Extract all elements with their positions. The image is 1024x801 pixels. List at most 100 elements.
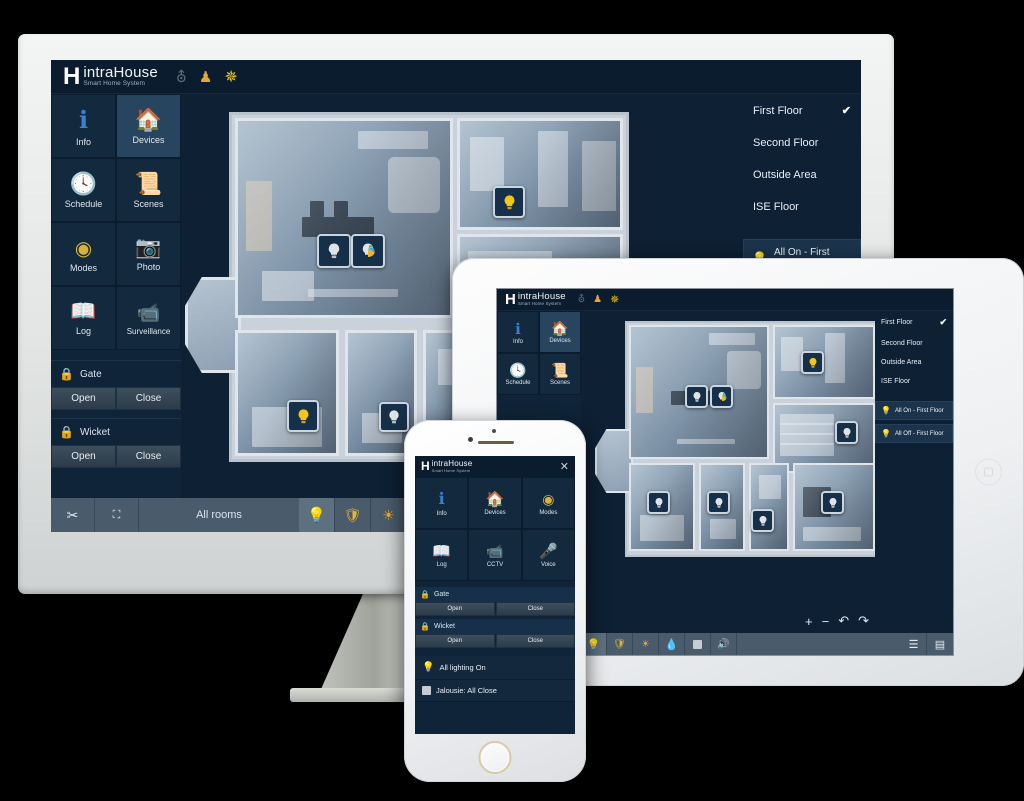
image-button[interactable]: ▤: [927, 633, 953, 655]
device-marker-bulb[interactable]: [821, 491, 844, 514]
floor-label: ISE Floor: [753, 201, 799, 213]
floor-item-first[interactable]: First Floor ✔: [875, 311, 953, 334]
phone-nav-log[interactable]: 📖 Log: [415, 529, 469, 581]
scissors-icon: ✂: [66, 506, 79, 523]
person-icon[interactable]: ♟: [199, 68, 212, 86]
gate-close-button[interactable]: Close: [116, 387, 181, 410]
close-icon[interactable]: ✕: [560, 460, 569, 473]
logo-name: intraHouse: [83, 64, 158, 82]
logo-mark: H: [421, 459, 430, 474]
tablet-floorplan[interactable]: + − ↶ ↷: [581, 311, 875, 633]
info-icon: ℹ: [438, 491, 445, 508]
scene-all-off-first-floor[interactable]: 💡 All Off - First Floor: [875, 424, 953, 443]
sidebar-item-surveillance[interactable]: 📹 Surveillance: [116, 286, 181, 350]
device-marker-bulb[interactable]: [835, 421, 858, 444]
phone-scene-all-lighting-on[interactable]: 💡 All lighting On: [415, 656, 575, 680]
redo-button[interactable]: ↷: [858, 613, 869, 629]
security-filter-button[interactable]: 🛡: [335, 498, 371, 532]
room-wc[interactable]: [749, 463, 789, 551]
floorplan-canvas[interactable]: [595, 321, 875, 557]
device-marker-bulb[interactable]: [317, 234, 351, 268]
sidebar-item-scenes[interactable]: 📜 Scenes: [539, 353, 581, 395]
device-marker-bulb[interactable]: [707, 491, 730, 514]
sidebar-item-photo[interactable]: 📷 Photo: [116, 222, 181, 286]
sun-icon[interactable]: ✵: [224, 67, 237, 87]
sidebar-item-log[interactable]: 📖 Log: [51, 286, 116, 350]
app-logo: H intraHouse Smart Home System: [421, 459, 472, 474]
wicket-open-button[interactable]: Open: [51, 445, 116, 468]
menu-button[interactable]: ☰: [901, 633, 927, 655]
bulb-rgb-icon: [718, 391, 727, 401]
sidebar-item-devices[interactable]: 🏠 Devices: [539, 311, 581, 353]
device-marker-bulb[interactable]: [647, 491, 670, 514]
rooms-selector[interactable]: All rooms: [139, 498, 299, 532]
floor-item-ise[interactable]: ISE Floor: [743, 191, 861, 223]
floor-item-outside[interactable]: Outside Area: [743, 159, 861, 191]
phone-home-button[interactable]: [478, 741, 512, 774]
shield-icon[interactable]: ⛢: [578, 294, 585, 305]
security-filter-button[interactable]: 🛡: [607, 633, 633, 655]
wicket-header: 🔒 Wicket: [51, 419, 181, 445]
sidebar-item-info[interactable]: ℹ Info: [497, 311, 539, 353]
device-marker-bulb[interactable]: [493, 186, 525, 218]
phone-nav-info[interactable]: ℹ Info: [415, 477, 469, 529]
floor-item-second[interactable]: Second Floor: [743, 127, 861, 159]
device-marker-bulb[interactable]: [751, 509, 774, 532]
scene-label: All Off - First Floor: [894, 430, 944, 437]
device-marker-bulb[interactable]: [801, 351, 824, 374]
lighting-filter-button[interactable]: 💡: [299, 498, 335, 532]
floor-item-first[interactable]: First Floor ✔: [743, 94, 861, 127]
floor-item-second[interactable]: Second Floor: [875, 334, 953, 353]
undo-button[interactable]: ↶: [838, 613, 849, 629]
phone-gate-open-button[interactable]: Open: [415, 602, 495, 616]
phone-wicket-close-button[interactable]: Close: [495, 634, 575, 648]
room-bedroom-1[interactable]: [235, 330, 339, 456]
person-icon[interactable]: ♟: [593, 294, 602, 305]
bulb-off-icon: [389, 410, 399, 424]
screenshot-root: H intraHouse Smart Home System ⛢ ♟ ✵ ℹ I…: [0, 0, 1024, 801]
sidebar-item-modes[interactable]: ◉ Modes: [51, 222, 116, 286]
water-filter-button[interactable]: 💧: [659, 633, 685, 655]
sidebar-item-label: Photo: [136, 262, 161, 272]
jalousie-filter-button[interactable]: [685, 633, 711, 655]
device-marker-rgb-bulb[interactable]: [351, 234, 385, 268]
fullscreen-button[interactable]: ⛶: [95, 498, 139, 532]
phone-nav-grid: ℹ Info 🏠 Devices ◉ Modes 📖 Log 📹 CCTV 🎤 …: [415, 477, 575, 581]
sidebar-item-info[interactable]: ℹ Info: [51, 94, 116, 158]
phone-nav-devices[interactable]: 🏠 Devices: [468, 477, 522, 529]
tablet-home-button[interactable]: [975, 458, 1002, 486]
gate-open-button[interactable]: Open: [51, 387, 116, 410]
phone-nav-cctv[interactable]: 📹 CCTV: [468, 529, 522, 581]
phone-scene-jalousie-all-close[interactable]: Jalousie: All Close: [415, 680, 575, 702]
room-living[interactable]: [235, 118, 453, 318]
device-marker-bulb[interactable]: [685, 385, 708, 408]
climate-filter-button[interactable]: ☀: [633, 633, 659, 655]
sun-icon[interactable]: ✵: [610, 293, 619, 306]
zoom-out-button[interactable]: −: [822, 614, 830, 629]
phone-header: H intraHouse Smart Home System ✕: [415, 456, 575, 477]
phone-nav-modes[interactable]: ◉ Modes: [521, 477, 575, 529]
sidebar-item-schedule[interactable]: 🕓 Schedule: [51, 158, 116, 222]
zoom-in-button[interactable]: +: [805, 614, 813, 629]
sidebar-item-devices[interactable]: 🏠 Devices: [116, 94, 181, 158]
tablet-floor-list: First Floor ✔ Second Floor Outside Area …: [875, 311, 953, 633]
scene-all-on-first-floor[interactable]: 💡 All On - First Floor: [875, 401, 953, 420]
floor-item-outside[interactable]: Outside Area: [875, 353, 953, 372]
log-icon: 📖: [70, 300, 97, 323]
floor-item-ise[interactable]: ISE Floor: [875, 372, 953, 391]
audio-filter-button[interactable]: 🔊: [711, 633, 737, 655]
room-kitchen[interactable]: [457, 118, 623, 230]
shield-icon[interactable]: ⛢: [176, 68, 187, 86]
tools-button[interactable]: ✂: [51, 498, 95, 532]
sidebar-item-scenes[interactable]: 📜 Scenes: [116, 158, 181, 222]
device-marker-bulb[interactable]: [287, 400, 319, 432]
climate-filter-button[interactable]: ☀: [371, 498, 407, 532]
room-kitchen[interactable]: [773, 325, 875, 399]
phone-nav-label: CCTV: [486, 561, 504, 568]
phone-wicket-open-button[interactable]: Open: [415, 634, 495, 648]
phone-nav-voice[interactable]: 🎤 Voice: [521, 529, 575, 581]
device-marker-rgb-bulb[interactable]: [710, 385, 733, 408]
sidebar-item-schedule[interactable]: 🕓 Schedule: [497, 353, 539, 395]
phone-gate-close-button[interactable]: Close: [495, 602, 575, 616]
wicket-close-button[interactable]: Close: [116, 445, 181, 468]
